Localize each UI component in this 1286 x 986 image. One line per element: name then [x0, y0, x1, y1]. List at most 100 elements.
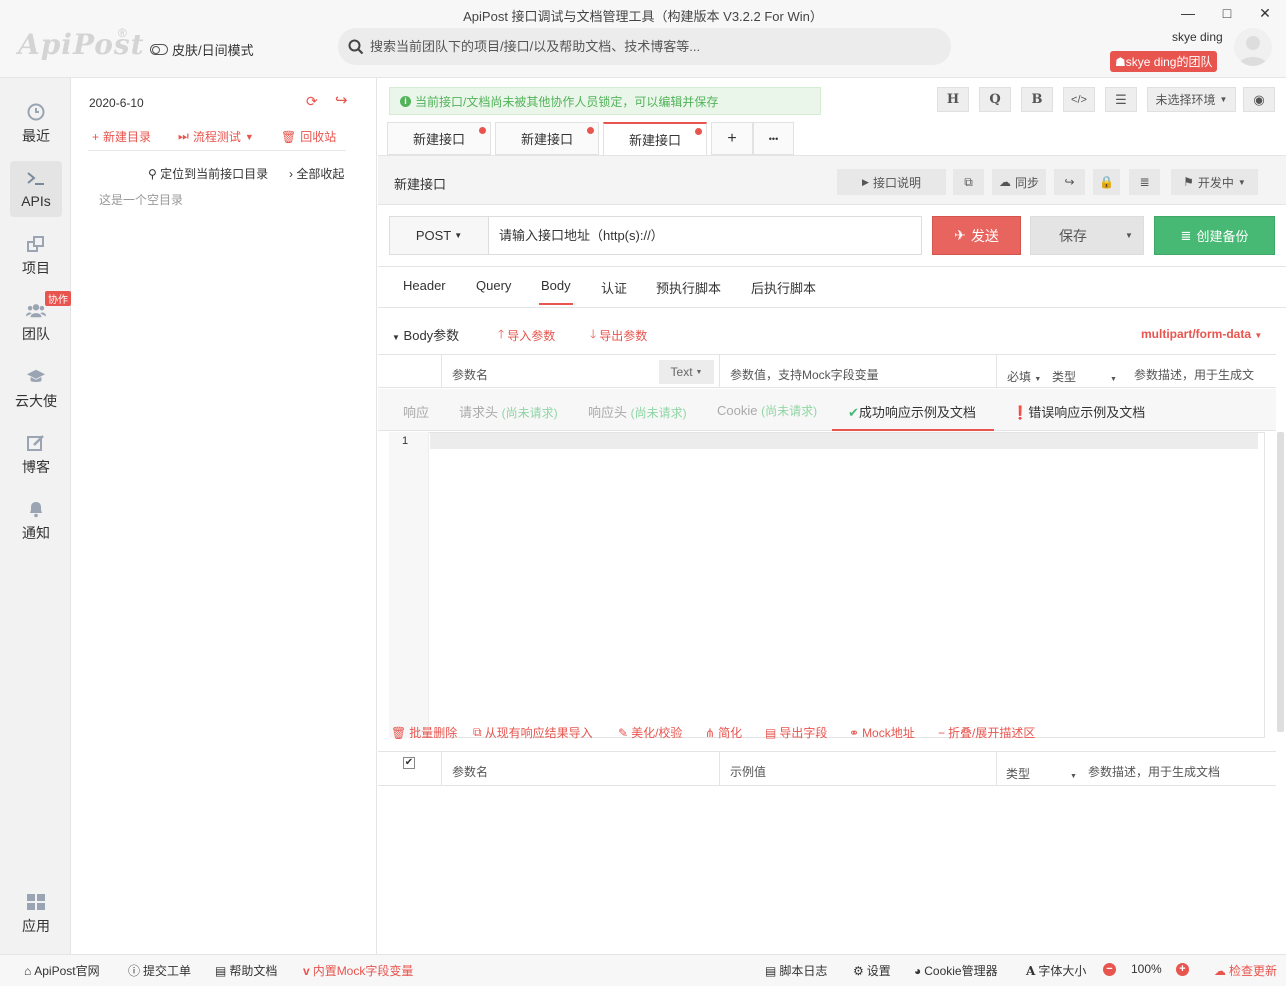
create-backup-button[interactable]: ≣ 创建备份 — [1154, 216, 1275, 255]
nav-recent[interactable]: 最近 — [10, 96, 62, 152]
nav-blog[interactable]: 博客 — [10, 427, 62, 483]
tab-success-example[interactable]: ✔成功响应示例及文档 — [848, 402, 976, 421]
database-icon[interactable]: ≣ — [1129, 169, 1160, 195]
code-editor[interactable] — [389, 432, 1265, 738]
batch-delete-button[interactable]: 🗑 批量删除 — [391, 724, 457, 741]
recycle-button[interactable]: 🗑 回收站 — [281, 128, 336, 145]
quote-button[interactable]: Q — [979, 87, 1011, 112]
import-params-button[interactable]: 🡑 导入参数 — [498, 325, 555, 346]
param-type-select[interactable]: Text ▼ — [659, 360, 714, 384]
unsaved-dot — [479, 127, 486, 134]
env-select[interactable]: 未选择环境 ▼ — [1147, 87, 1236, 112]
save-button[interactable]: 保存 ▼ — [1030, 216, 1144, 255]
tab-api-3[interactable]: 新建接口 — [603, 122, 707, 156]
bold-button[interactable]: B — [1021, 87, 1053, 112]
tab-post-script[interactable]: 后执行脚本 — [751, 278, 816, 297]
sync-button[interactable]: ☁ 同步 — [992, 169, 1046, 195]
zoom-out-button[interactable]: − — [1103, 963, 1116, 976]
check-update-button[interactable]: ☁ 检查更新 — [1214, 962, 1277, 979]
mock-vars-link[interactable]: v 内置Mock字段变量 — [303, 962, 413, 979]
sliders-icon[interactable]: ☰ — [1105, 87, 1137, 112]
check-update-label: 检查更新 — [1229, 964, 1278, 978]
share-icon[interactable]: ↪ — [1054, 169, 1085, 195]
submit-ticket-link[interactable]: ⓘ 提交工单 — [128, 962, 191, 979]
add-tab-button[interactable]: + — [711, 122, 753, 155]
import-existing-button[interactable]: ⧉ 从现有响应结果导入 — [473, 724, 593, 741]
nav-notify[interactable]: 通知 — [10, 493, 62, 549]
locate-button[interactable]: ⚲ 定位到当前接口目录 — [148, 165, 268, 182]
check-circle-icon: ✔ — [848, 405, 859, 420]
global-search[interactable] — [338, 28, 951, 65]
tab-api-2[interactable]: 新建接口 — [495, 122, 599, 155]
lock-notice-text: 当前接口/文档尚未被其他协作人员锁定，可以编辑并保存 — [415, 94, 719, 109]
cookie-manager-button[interactable]: ◕ Cookie管理器 — [914, 962, 998, 979]
search-input[interactable] — [370, 39, 930, 54]
nav-apps[interactable]: 应用 — [10, 886, 62, 942]
minimize-button[interactable]: — — [1168, 2, 1208, 24]
eye-icon[interactable]: ◉ — [1243, 87, 1275, 112]
maximize-button[interactable]: □ — [1207, 2, 1247, 24]
resp-type-select[interactable]: 类型 ▼ — [1006, 765, 1077, 782]
url-input[interactable] — [489, 216, 922, 255]
send-button[interactable]: ✈ 发送 — [932, 216, 1021, 255]
avatar[interactable] — [1234, 28, 1272, 66]
tab-request-headers[interactable]: 请求头 (尚未请求) — [459, 402, 558, 421]
export-fields-button[interactable]: ▤ 导出字段 — [765, 724, 827, 741]
beautify-button[interactable]: ✎ 美化/校验 — [618, 724, 682, 741]
help-docs-link[interactable]: ▤ 帮助文档 — [215, 962, 277, 979]
more-tabs-button[interactable]: ••• — [753, 122, 794, 155]
script-log-button[interactable]: ▤ 脚本日志 — [765, 962, 827, 979]
api-doc-button[interactable]: ▶ 接口说明 — [837, 169, 946, 195]
tab-header[interactable]: Header — [403, 278, 446, 293]
resp-param-name-col: 参数名 — [452, 765, 489, 779]
editor-active-line[interactable] — [430, 433, 1258, 449]
tab-pre-script[interactable]: 预执行脚本 — [656, 278, 721, 297]
tab-query[interactable]: Query — [476, 278, 511, 293]
type-label: 类型 — [1052, 370, 1077, 384]
content-type-select[interactable]: multipart/form-data ▼ — [1141, 327, 1262, 341]
fold-desc-button[interactable]: − 折叠/展开描述区 — [938, 724, 1035, 741]
lock-icon[interactable]: 🔒 — [1093, 169, 1120, 195]
api-name[interactable]: 新建接口 — [394, 174, 446, 193]
new-dir-button[interactable]: + 新建目录 — [92, 128, 151, 145]
nav-apis[interactable]: APIs — [10, 161, 62, 217]
share-icon[interactable]: ↪ — [335, 91, 348, 109]
mock-url-button[interactable]: ⚭ Mock地址 — [849, 724, 915, 741]
settings-button[interactable]: ⚙ 设置 — [853, 962, 891, 979]
code-icon[interactable]: </> — [1063, 87, 1095, 112]
tab-auth[interactable]: 认证 — [601, 278, 627, 297]
caret-down-icon: ▼ — [1254, 331, 1263, 340]
heading-button[interactable]: H — [937, 87, 969, 112]
team-badge[interactable]: ☗skye ding的团队 — [1110, 51, 1218, 72]
status-select[interactable]: ⚑ 开发中 ▼ — [1171, 169, 1258, 195]
type-select-label: Text — [670, 365, 693, 379]
simplify-button[interactable]: ⋔ 简化 — [705, 724, 742, 741]
save-dropdown-icon[interactable]: ▼ — [1115, 231, 1143, 240]
body-params-toggle[interactable]: ▼ Body参数 — [392, 325, 459, 344]
collapse-all-button[interactable]: › 全部收起 — [289, 165, 344, 182]
font-size-text: 字体大小 — [1038, 964, 1087, 978]
nav-ambassador[interactable]: 云大使 — [10, 361, 62, 417]
skin-toggle[interactable]: 皮肤/日间模式 — [150, 40, 254, 59]
select-all-checkbox[interactable]: ✔ — [403, 757, 415, 769]
copy-icon[interactable]: ⧉ — [953, 169, 984, 195]
scrollbar[interactable] — [1277, 432, 1284, 732]
required-select[interactable]: 必填 ▼ — [1007, 368, 1041, 385]
nav-project[interactable]: 项目 — [10, 228, 62, 284]
tab-cookie[interactable]: Cookie (尚未请求) — [717, 402, 817, 419]
tab-api-1[interactable]: 新建接口 — [387, 122, 491, 155]
tab-error-example[interactable]: ❗错误响应示例及文档 — [1012, 402, 1145, 421]
flow-test-button[interactable]: ⏭ 流程测试 ▼ — [178, 128, 254, 145]
official-label: ApiPost官网 — [34, 964, 100, 978]
official-site-link[interactable]: ⌂ ApiPost官网 — [24, 962, 100, 979]
close-button[interactable]: ✕ — [1245, 2, 1285, 24]
arrow-down-icon: 🡓 — [590, 327, 597, 341]
tab-body[interactable]: Body — [539, 278, 573, 305]
type-select[interactable]: 类型 ▼ — [1052, 368, 1117, 385]
refresh-icon[interactable]: ⟳ — [306, 93, 318, 110]
tab-response-headers[interactable]: 响应头 (尚未请求) — [588, 402, 687, 421]
tab-response[interactable]: 响应 — [403, 402, 429, 421]
zoom-in-button[interactable]: + — [1176, 963, 1189, 976]
export-params-button[interactable]: 🡓 导出参数 — [590, 325, 647, 346]
method-select[interactable]: POST ▼ — [389, 216, 489, 255]
